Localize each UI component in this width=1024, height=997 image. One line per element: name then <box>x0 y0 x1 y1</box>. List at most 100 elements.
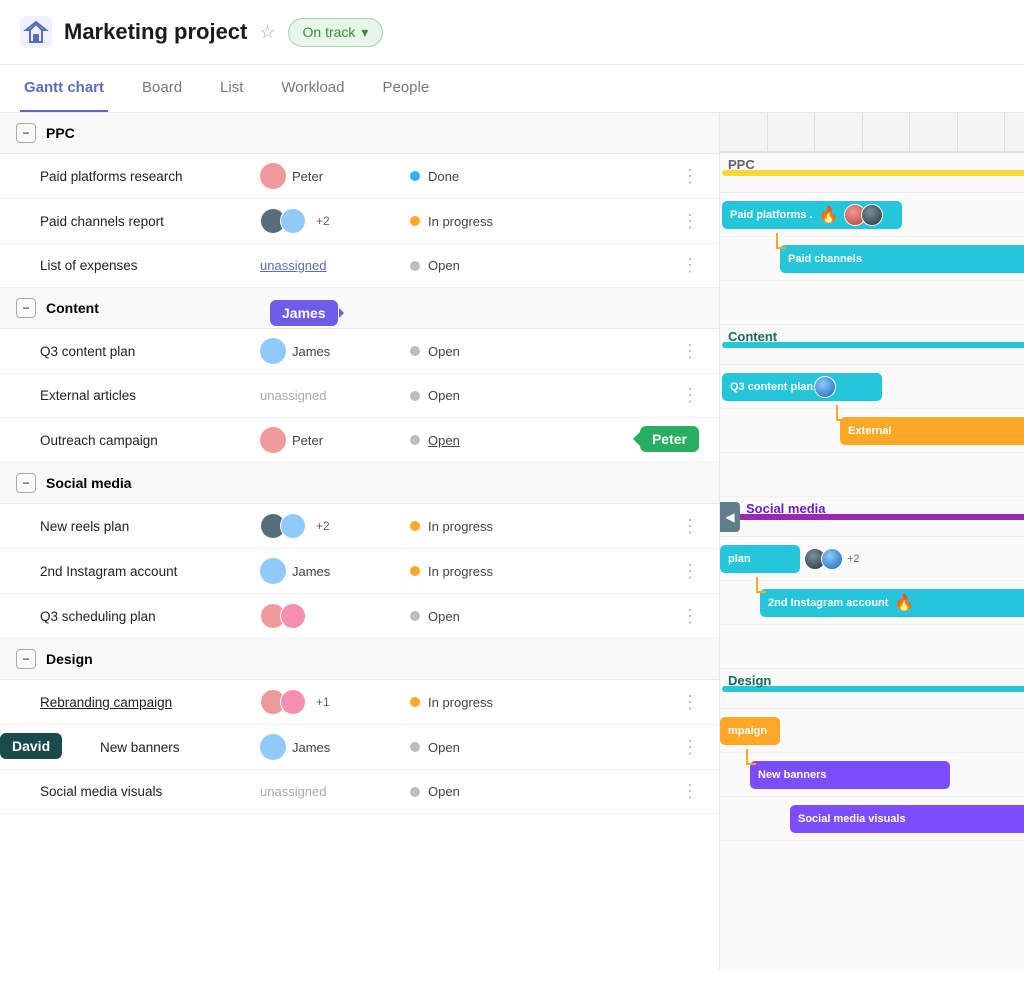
assignee-name: James <box>292 344 330 359</box>
gantt-bar-paid-platforms: Paid platforms . 🔥 <box>722 201 902 229</box>
status-label: Open <box>428 258 460 273</box>
plus-badge: +2 <box>847 553 860 565</box>
gantt-row-scheduling <box>720 625 1024 669</box>
task-assignee[interactable]: James <box>260 338 410 364</box>
task-assignee[interactable]: unassigned <box>260 388 410 403</box>
gantt-bar-label: New banners <box>758 769 826 781</box>
task-name: Paid platforms research <box>40 169 260 184</box>
task-row: Q3 content plan James Open ⋮ <box>0 329 719 374</box>
nav-tabs: Gantt chart Board List Workload People <box>0 65 1024 113</box>
gantt-col-header <box>720 113 768 151</box>
more-options-button[interactable]: ⋮ <box>677 561 703 582</box>
plus-badge: +1 <box>316 695 330 709</box>
status-label: In progress <box>428 695 493 710</box>
collapse-social[interactable]: − <box>16 473 36 493</box>
task-assignee[interactable] <box>260 603 410 629</box>
plus-badge: +2 <box>316 214 330 228</box>
task-status: Open <box>410 609 570 624</box>
more-options-button[interactable]: ⋮ <box>677 737 703 758</box>
gantt-ppc-label: PPC <box>728 157 755 172</box>
status-badge[interactable]: On track ▾ <box>288 18 384 47</box>
star-icon[interactable]: ☆ <box>259 22 275 43</box>
task-name: 2nd Instagram account <box>40 564 260 579</box>
task-name: External articles <box>40 388 260 403</box>
gantt-row-external: External <box>720 409 1024 453</box>
gantt-bar-label: Social media visuals <box>798 813 906 825</box>
tab-people[interactable]: People <box>378 65 433 112</box>
more-options-button[interactable]: ⋮ <box>677 692 703 713</box>
gantt-bar-label: 2nd Instagram account <box>768 597 888 609</box>
gantt-col-header <box>768 113 816 151</box>
more-options-button[interactable]: ⋮ <box>677 211 703 232</box>
gantt-row-q3-content: Q3 content plan <box>720 365 1024 409</box>
task-assignee[interactable]: James <box>260 558 410 584</box>
peter-tooltip: Peter <box>640 426 699 452</box>
status-dot-open <box>410 435 420 445</box>
status-dot-open <box>410 611 420 621</box>
gantt-panel: PPC Paid platforms . 🔥 Paid channels <box>720 113 1024 970</box>
unassigned-link[interactable]: unassigned <box>260 258 327 273</box>
gantt-bar-banners: New banners <box>750 761 950 789</box>
gantt-bar-instagram: 2nd Instagram account 🔥 <box>760 589 1024 617</box>
app-logo <box>20 16 52 48</box>
gantt-bar-label: External <box>848 425 891 437</box>
more-options-button[interactable]: ⋮ <box>677 255 703 276</box>
task-assignee[interactable]: unassigned <box>260 784 410 799</box>
task-assignee[interactable]: Peter <box>260 163 410 189</box>
task-status: In progress <box>410 564 570 579</box>
more-options-button[interactable]: ⋮ <box>677 341 703 362</box>
chevron-down-icon: ▾ <box>361 24 368 41</box>
avatar <box>260 558 286 584</box>
gantt-connector <box>756 577 758 591</box>
tab-gantt[interactable]: Gantt chart <box>20 65 108 112</box>
task-assignee[interactable]: +2 <box>260 208 410 234</box>
gantt-row-list-expenses <box>720 281 1024 325</box>
gantt-header <box>720 113 1024 153</box>
unassigned-text: unassigned <box>260 388 327 403</box>
gantt-row-instagram: 2nd Instagram account 🔥 <box>720 581 1024 625</box>
gantt-bar-rebranding: mpaign <box>720 717 780 745</box>
task-name: Q3 scheduling plan <box>40 609 260 624</box>
more-options-button[interactable]: ⋮ <box>677 606 703 627</box>
assignee-name: James <box>292 740 330 755</box>
task-assignee[interactable]: +1 <box>260 689 410 715</box>
task-status: Open <box>410 344 570 359</box>
more-options-button[interactable]: ⋮ <box>677 516 703 537</box>
gantt-row-rebranding: mpaign <box>720 709 1024 753</box>
task-name: Q3 content plan <box>40 344 260 359</box>
gantt-bar-label: Q3 content plan <box>730 381 813 393</box>
tab-workload[interactable]: Workload <box>277 65 348 112</box>
task-assignee[interactable]: +2 <box>260 513 410 539</box>
gantt-section-design: Design <box>720 669 1024 709</box>
flame-icon: 🔥 <box>819 205 839 225</box>
task-name: Paid channels report <box>40 214 260 229</box>
gantt-avatar <box>821 548 843 570</box>
collapse-content[interactable]: − <box>16 298 36 318</box>
tab-board[interactable]: Board <box>138 65 186 112</box>
status-label: Open <box>428 388 460 403</box>
gantt-row-outreach <box>720 453 1024 497</box>
gantt-row-banners: New banners <box>720 753 1024 797</box>
gantt-row-visuals: Social media visuals <box>720 797 1024 841</box>
avatar <box>280 513 306 539</box>
collapse-design[interactable]: − <box>16 649 36 669</box>
collapse-ppc[interactable]: − <box>16 123 36 143</box>
task-row: List of expenses unassigned Open ⋮ <box>0 244 719 288</box>
tab-list[interactable]: List <box>216 65 247 112</box>
task-status: Open <box>410 388 570 403</box>
more-options-button[interactable]: ⋮ <box>677 781 703 802</box>
status-dot-inprogress <box>410 216 420 226</box>
status-label: In progress <box>428 564 493 579</box>
gantt-col-header <box>1005 113 1024 151</box>
scroll-left-button[interactable]: ◀ <box>720 502 740 532</box>
more-options-button[interactable]: ⋮ <box>677 385 703 406</box>
gantt-row-paid-channels: Paid channels <box>720 237 1024 281</box>
app-header: Marketing project ☆ On track ▾ <box>0 0 1024 65</box>
gantt-bar-reels: plan <box>720 545 800 573</box>
task-assignee[interactable]: James <box>260 734 410 760</box>
task-assignee[interactable]: unassigned <box>260 258 410 273</box>
more-options-button[interactable]: ⋮ <box>677 166 703 187</box>
task-assignee[interactable]: Peter <box>260 427 410 453</box>
status-label: Open <box>428 609 460 624</box>
avatar <box>260 734 286 760</box>
